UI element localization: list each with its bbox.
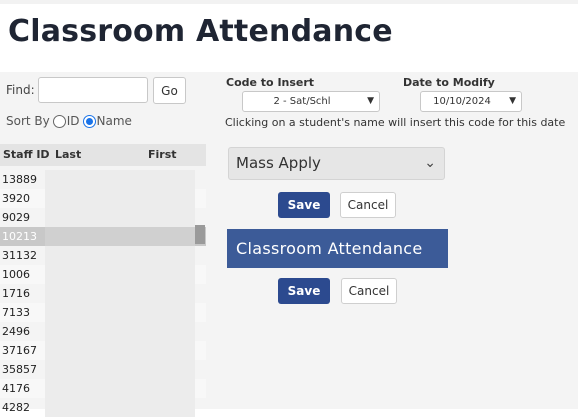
- sort-name-radio[interactable]: [82, 114, 96, 128]
- staff-id: 13889: [2, 173, 37, 186]
- staff-id: 1716: [2, 287, 30, 300]
- table-row[interactable]: 13889: [0, 170, 206, 189]
- staff-id: 3920: [2, 192, 30, 205]
- find-label: Find:: [6, 83, 35, 97]
- staff-id: 4282: [2, 401, 30, 414]
- page-title: Classroom Attendance: [8, 14, 393, 49]
- classroom-attendance-banner: Classroom Attendance: [227, 229, 448, 268]
- top-strip: [0, 0, 578, 4]
- code-to-insert-label: Code to Insert: [226, 76, 315, 89]
- name-cell[interactable]: [45, 379, 195, 398]
- mass-apply-label: Mass Apply: [236, 154, 321, 172]
- table-row[interactable]: 1716: [0, 284, 206, 303]
- name-cell[interactable]: [45, 246, 195, 265]
- name-cell[interactable]: [45, 189, 195, 208]
- mass-apply-dropdown[interactable]: Mass Apply ⌄: [228, 147, 445, 180]
- name-cell[interactable]: [45, 208, 195, 227]
- sort-name-label: Name: [96, 114, 132, 128]
- staff-id: 31132: [2, 249, 37, 262]
- table-header: Staff ID Last First: [0, 144, 206, 166]
- staff-id: 7133: [2, 306, 30, 319]
- staff-list: 13889 3920 9029 10213 31132 1006 1716 71…: [0, 170, 206, 417]
- staff-id: 2496: [2, 325, 30, 338]
- code-to-insert-value: 2 - Sat/Schl: [273, 96, 331, 107]
- table-row[interactable]: 7133: [0, 303, 206, 322]
- table-row[interactable]: 31132: [0, 246, 206, 265]
- save-button-bottom[interactable]: Save: [278, 278, 330, 304]
- staff-id: 37167: [2, 344, 37, 357]
- sort-by-label: Sort By: [6, 114, 50, 128]
- column-header-last[interactable]: Last: [55, 148, 81, 161]
- chevron-down-icon: ⌄: [424, 155, 436, 171]
- table-row-selected[interactable]: 10213: [0, 227, 206, 246]
- dropdown-arrow-icon: ▼: [509, 96, 516, 106]
- name-cell[interactable]: [45, 284, 195, 303]
- table-row[interactable]: 1006: [0, 265, 206, 284]
- name-cell[interactable]: [45, 360, 195, 379]
- header-bar: Classroom Attendance: [0, 0, 578, 72]
- cancel-button[interactable]: Cancel: [340, 192, 396, 218]
- staff-id: 1006: [2, 268, 30, 281]
- column-header-staff-id[interactable]: Staff ID: [3, 148, 50, 161]
- date-to-modify-value: 10/10/2024: [433, 96, 491, 107]
- name-cell[interactable]: [45, 227, 195, 246]
- table-row[interactable]: 35857: [0, 360, 206, 379]
- find-input[interactable]: [38, 77, 148, 103]
- scrollbar-thumb[interactable]: [195, 225, 205, 244]
- name-cell[interactable]: [45, 341, 195, 360]
- name-cell[interactable]: [45, 322, 195, 341]
- cancel-button-bottom[interactable]: Cancel: [341, 278, 397, 304]
- table-row[interactable]: 37167: [0, 341, 206, 360]
- table-row[interactable]: 4176: [0, 379, 206, 398]
- sort-id-label: ID: [66, 114, 80, 128]
- code-to-insert-select[interactable]: 2 - Sat/Schl ▼: [242, 91, 380, 112]
- column-header-first[interactable]: First: [148, 148, 177, 161]
- date-to-modify-select[interactable]: 10/10/2024 ▼: [420, 91, 522, 112]
- sort-by: Sort By ID Name: [6, 114, 132, 128]
- table-row[interactable]: 9029: [0, 208, 206, 227]
- staff-id: 35857: [2, 363, 37, 376]
- staff-id: 9029: [2, 211, 30, 224]
- table-row[interactable]: 3920: [0, 189, 206, 208]
- save-button[interactable]: Save: [278, 192, 330, 218]
- name-cell[interactable]: [45, 398, 195, 417]
- sort-id-radio[interactable]: [52, 114, 66, 128]
- name-cell[interactable]: [45, 265, 195, 284]
- table-row[interactable]: 4282: [0, 398, 206, 417]
- dropdown-arrow-icon: ▼: [367, 96, 374, 106]
- help-text: Clicking on a student's name will insert…: [225, 116, 566, 129]
- staff-id: 4176: [2, 382, 30, 395]
- go-button[interactable]: Go: [153, 77, 186, 104]
- staff-id: 10213: [2, 230, 37, 243]
- date-to-modify-label: Date to Modify: [403, 76, 495, 89]
- table-row[interactable]: 2496: [0, 322, 206, 341]
- name-cell[interactable]: [45, 303, 195, 322]
- name-cell[interactable]: [45, 170, 195, 189]
